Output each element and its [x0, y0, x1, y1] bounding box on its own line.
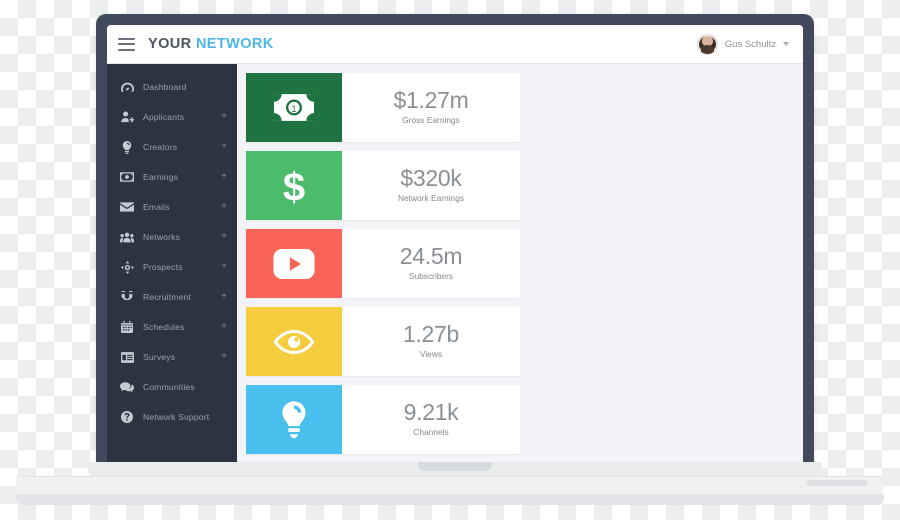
expand-plus-icon[interactable]: + — [221, 142, 227, 152]
sidebar-item-dashboard[interactable]: Dashboard — [107, 72, 237, 102]
stat-card: 9.21k Channels — [246, 385, 520, 454]
youtube-icon — [246, 229, 342, 298]
svg-text:$: $ — [283, 166, 305, 206]
expand-plus-icon[interactable]: + — [221, 112, 227, 122]
stat-card: 24.5m Subscribers — [246, 229, 520, 298]
sidebar-item-label: Earnings — [143, 172, 179, 182]
calendar-icon — [120, 321, 134, 333]
question-icon — [120, 411, 134, 423]
chevron-down-icon[interactable] — [783, 42, 789, 46]
compass-icon — [120, 260, 134, 274]
avatar — [696, 33, 718, 55]
stat-card-label: Subscribers — [408, 271, 454, 282]
survey-icon — [120, 351, 134, 363]
sidebar-item-label: Network Support — [143, 412, 210, 422]
stat-card-grid: 1 $1.27m Gross Earnings $ $320k Network Earni… — [246, 73, 794, 465]
sidebar: Dashboard Applicants + Creators + Earnings + Em… — [107, 64, 237, 465]
stat-card-label: Channels — [413, 427, 449, 438]
main-content: 1 $1.27m Gross Earnings $ $320k Network Earni… — [237, 64, 803, 465]
laptop-base — [16, 476, 884, 495]
hamburger-icon[interactable] — [118, 37, 135, 51]
magnet-icon — [120, 291, 134, 303]
stat-card: 1 $1.27m Gross Earnings — [246, 73, 520, 142]
sidebar-item-communities[interactable]: Communities — [107, 372, 237, 402]
brand-first-word: YOUR — [148, 36, 192, 52]
bulb-icon — [120, 140, 134, 154]
expand-plus-icon[interactable]: + — [221, 352, 227, 362]
stat-card-body: 1.27b Views — [342, 307, 520, 376]
stat-card-label: Views — [419, 349, 443, 360]
dashboard-icon — [120, 81, 134, 93]
sidebar-item-applicants[interactable]: Applicants + — [107, 102, 237, 132]
sidebar-item-networks[interactable]: Networks + — [107, 222, 237, 252]
user-plus-icon — [120, 111, 134, 123]
sidebar-item-label: Creators — [143, 142, 178, 152]
sidebar-item-label: Networks — [143, 232, 181, 242]
sidebar-item-label: Emails — [143, 202, 170, 212]
user-menu[interactable]: Gus Schultz — [696, 33, 789, 55]
expand-plus-icon[interactable]: + — [221, 262, 227, 272]
envelope-icon — [120, 201, 134, 213]
stat-card-value: 1.27b — [402, 320, 460, 347]
eye-icon — [246, 307, 342, 376]
stat-card-body: $320k Network Earnings — [342, 151, 520, 220]
expand-plus-icon[interactable]: + — [221, 292, 227, 302]
stat-card-body: 9.21k Channels — [342, 385, 520, 454]
expand-plus-icon[interactable]: + — [221, 232, 227, 242]
stat-card-label: Gross Earnings — [402, 115, 460, 126]
stat-card-value: 9.21k — [403, 398, 459, 425]
user-name-label: Gus Schultz — [724, 38, 776, 50]
brand-second-word: NETWORK — [195, 36, 274, 52]
app-topbar: YOUR NETWORK Gus Schultz — [107, 25, 803, 64]
sidebar-item-label: Recruitment — [143, 292, 191, 302]
page-title: YOUR NETWORK — [148, 36, 274, 52]
stat-card-value: $320k — [400, 164, 462, 191]
sidebar-item-network-support[interactable]: Network Support — [107, 402, 237, 432]
svg-text:1: 1 — [291, 104, 296, 114]
expand-plus-icon[interactable]: + — [221, 202, 227, 212]
users-icon — [120, 231, 134, 243]
expand-plus-icon[interactable]: + — [221, 172, 227, 182]
sidebar-item-label: Applicants — [143, 112, 185, 122]
stat-card-value: $1.27m — [393, 86, 469, 113]
sidebar-item-label: Prospects — [143, 262, 183, 272]
laptop-mockup: YOUR NETWORK Gus Schultz Dashboard Applic… — [0, 0, 900, 520]
stat-card-label: Network Earnings — [397, 193, 465, 204]
laptop-screen: YOUR NETWORK Gus Schultz Dashboard Applic… — [107, 25, 803, 465]
sidebar-item-label: Dashboard — [143, 82, 187, 92]
laptop-base-lip — [16, 494, 884, 505]
sidebar-item-prospects[interactable]: Prospects + — [107, 252, 237, 282]
stat-card: 1.27b Views — [246, 307, 520, 376]
stat-card: $ $320k Network Earnings — [246, 151, 520, 220]
sidebar-item-label: Communities — [143, 382, 195, 392]
sidebar-item-label: Schedules — [143, 322, 185, 332]
sidebar-item-schedules[interactable]: Schedules + — [107, 312, 237, 342]
sidebar-item-earnings[interactable]: Earnings + — [107, 162, 237, 192]
dollar-icon: $ — [246, 151, 342, 220]
bulb-icon — [246, 385, 342, 454]
stat-card-value: 24.5m — [399, 242, 463, 269]
sidebar-item-label: Surveys — [143, 352, 176, 362]
sidebar-item-recruitment[interactable]: Recruitment + — [107, 282, 237, 312]
stat-card-body: 24.5m Subscribers — [342, 229, 520, 298]
comments-icon — [120, 381, 134, 393]
money-icon — [120, 171, 134, 183]
sidebar-item-creators[interactable]: Creators + — [107, 132, 237, 162]
stat-card-body: $1.27m Gross Earnings — [342, 73, 520, 142]
banknote-icon: 1 — [246, 73, 342, 142]
sidebar-item-surveys[interactable]: Surveys + — [107, 342, 237, 372]
laptop-base-foot — [806, 480, 868, 486]
sidebar-item-emails[interactable]: Emails + — [107, 192, 237, 222]
expand-plus-icon[interactable]: + — [221, 322, 227, 332]
laptop-notch — [418, 462, 492, 471]
